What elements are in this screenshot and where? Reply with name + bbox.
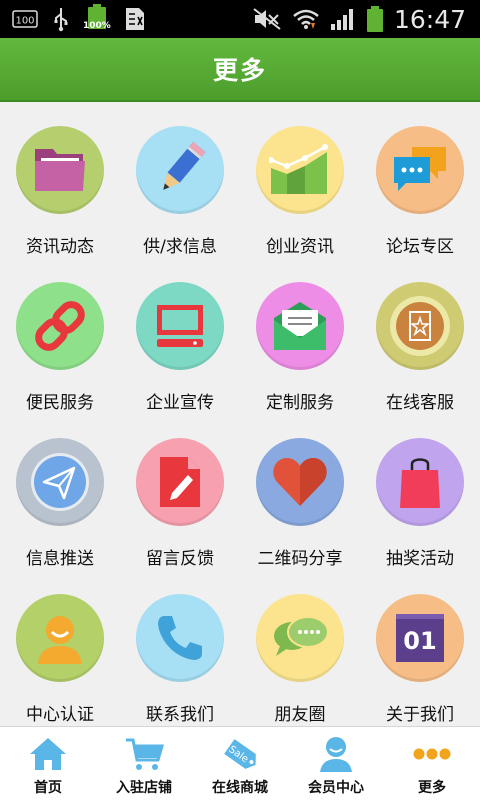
status-bar: 100 100% 16:47: [0, 0, 480, 38]
nav-item-stores[interactable]: 入驻店铺: [96, 727, 192, 800]
bottom-nav: 首页 入驻店铺 Sale 在线商城 会员中心 更多: [0, 726, 480, 800]
feedback-doc-icon: [160, 457, 200, 507]
nav-label: 更多: [418, 780, 446, 796]
nav-label: 入驻店铺: [116, 780, 172, 796]
wifi-icon: [292, 7, 320, 31]
cart-icon: [124, 735, 164, 773]
mute-icon: [252, 7, 282, 31]
grid-item-forum[interactable]: 论坛专区: [360, 104, 480, 260]
speech-bubbles-icon: [274, 616, 329, 656]
nav-item-mall[interactable]: Sale 在线商城: [192, 727, 288, 800]
grid-item-label: 创业资讯: [266, 237, 334, 257]
grid-item-custom-service[interactable]: 定制服务: [240, 260, 360, 416]
usb-icon: [52, 6, 70, 32]
sd-card-icon: [124, 6, 146, 32]
pencil-icon: [163, 141, 206, 190]
grid-item-label: 抽奖活动: [386, 549, 454, 569]
user-icon: [38, 616, 82, 664]
nav-label: 会员中心: [308, 780, 364, 796]
battery-100-icon: 100%: [83, 4, 111, 34]
envelope-icon: [274, 302, 326, 350]
nav-item-home[interactable]: 首页: [0, 727, 96, 800]
home-icon: [28, 735, 68, 773]
battery-icon: [366, 5, 384, 33]
shopping-bag-icon: [400, 458, 440, 508]
nav-label: 在线商城: [212, 780, 268, 796]
grid-item-certification[interactable]: 中心认证: [0, 572, 120, 726]
grid-item-label: 论坛专区: [386, 237, 454, 257]
grid-item-feedback[interactable]: 留言反馈: [120, 416, 240, 572]
grid-item-label: 二维码分享: [257, 549, 343, 569]
nav-item-more[interactable]: 更多: [384, 727, 480, 800]
grid-item-label: 朋友圈: [274, 705, 326, 725]
sim-100-icon: 100: [12, 9, 38, 29]
page-title: 更多: [212, 56, 267, 85]
signal-icon: [330, 7, 356, 31]
grid-item-startup-news[interactable]: 创业资讯: [240, 104, 360, 260]
grid-item-label: 留言反馈: [146, 549, 214, 569]
grid-item-label: 关于我们: [386, 705, 454, 725]
grid-item-contact-us[interactable]: 联系我们: [120, 572, 240, 726]
battery-percent-label: 100%: [83, 21, 111, 31]
grid-item-online-support[interactable]: 在线客服: [360, 260, 480, 416]
svg-text:100: 100: [15, 16, 34, 27]
grid-item-label: 信息推送: [26, 549, 94, 569]
clock: 16:47: [393, 4, 466, 34]
grid-item-push[interactable]: 信息推送: [0, 416, 120, 572]
grid-item-label: 企业宣传: [146, 393, 214, 413]
grid-item-qr-share[interactable]: 二维码分享: [240, 416, 360, 572]
phone-icon: [158, 616, 202, 660]
svg-text:01: 01: [403, 627, 436, 655]
member-icon: [316, 735, 356, 773]
heart-icon: [273, 458, 327, 506]
app-header: 更多: [0, 38, 480, 102]
grid-item-enterprise-promo[interactable]: 企业宣传: [120, 260, 240, 416]
service-badge-icon: [390, 296, 450, 356]
grid-item-label: 联系我们: [146, 705, 214, 725]
chat-bubbles-icon: [394, 147, 446, 191]
grid-item-label: 在线客服: [386, 393, 454, 413]
growth-chart-icon: [269, 144, 328, 194]
grid-item-label: 资讯动态: [26, 237, 94, 257]
calendar-icon: 01: [396, 614, 444, 662]
grid-item-news[interactable]: 资讯动态: [0, 104, 120, 260]
grid-item-moments[interactable]: 朋友圈: [240, 572, 360, 726]
sale-tag-icon: Sale: [219, 735, 261, 773]
grid-item-circle: [16, 126, 104, 214]
nav-item-member[interactable]: 会员中心: [288, 727, 384, 800]
grid-item-label: 便民服务: [26, 393, 94, 413]
feature-grid: 资讯动态 供/求信息 创业资讯 论坛专区 便民服务 企业宣传 定制服务 在线客服…: [0, 104, 480, 726]
grid-item-label: 中心认证: [26, 705, 94, 725]
nav-label: 首页: [34, 780, 62, 796]
monitor-icon: [157, 305, 203, 347]
more-dots-icon: [412, 735, 452, 773]
link-icon: [35, 301, 85, 351]
grid-item-lottery[interactable]: 抽奖活动: [360, 416, 480, 572]
grid-item-label: 定制服务: [266, 393, 334, 413]
grid-item-supply-demand[interactable]: 供/求信息: [120, 104, 240, 260]
paper-plane-icon: [31, 453, 89, 511]
folder-icon: [35, 149, 85, 191]
grid-item-about-us[interactable]: 01 关于我们: [360, 572, 480, 726]
grid-item-label: 供/求信息: [143, 237, 217, 257]
grid-item-convenience[interactable]: 便民服务: [0, 260, 120, 416]
